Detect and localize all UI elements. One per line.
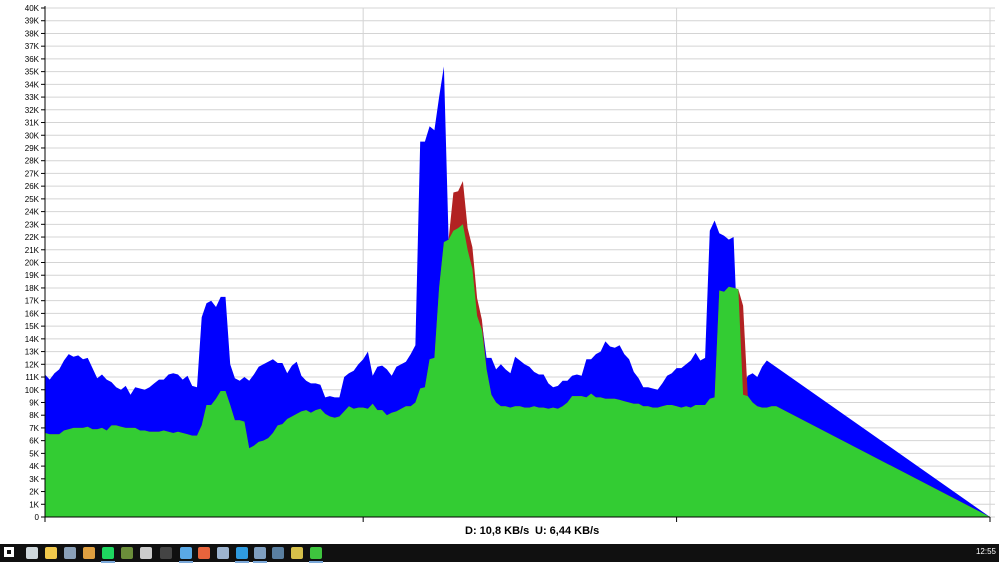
y-tick-label: 5K — [29, 449, 39, 458]
y-tick-label: 34K — [25, 80, 40, 89]
y-tick-label: 32K — [25, 106, 40, 115]
y-tick-label: 13K — [25, 348, 40, 357]
y-tick-label: 40K — [25, 4, 40, 13]
steam-icon[interactable] — [217, 547, 229, 559]
y-tick-label: 12K — [25, 360, 40, 369]
network-chart: 0 1K 2K 3K 4K 5K 6K 7K 8K 9K 10K 11K 12K 13K 14K 15K 16K… — [25, 4, 995, 522]
spotify-icon[interactable] — [101, 547, 115, 563]
brave-icon[interactable] — [198, 547, 210, 559]
chrome-icon[interactable] — [83, 547, 95, 559]
clock: 12:55 — [975, 547, 996, 556]
y-tick-label: 29K — [25, 144, 40, 153]
y-tick-label: 35K — [25, 68, 40, 77]
y-tick-label: 18K — [25, 284, 40, 293]
y-tick-label: 22K — [25, 233, 40, 242]
y-tick-label: 3K — [29, 475, 39, 484]
y-tick-label: 33K — [25, 93, 40, 102]
y-tick-label: 14K — [25, 335, 40, 344]
media-icon[interactable] — [64, 547, 76, 559]
y-tick-label: 10K — [25, 386, 40, 395]
download-speed: D: 10,8 KB/s — [465, 525, 530, 537]
y-tick-label: 37K — [25, 42, 40, 51]
task-view-icon[interactable] — [26, 547, 38, 559]
browser-icon[interactable] — [179, 547, 193, 563]
y-tick-label: 4K — [29, 462, 39, 471]
app-icon[interactable] — [160, 547, 172, 559]
y-tick-label: 11K — [25, 373, 39, 382]
gauge-icon[interactable] — [291, 547, 303, 559]
y-tick-label: 8K — [29, 411, 39, 420]
y-tick-label: 7K — [29, 424, 39, 433]
upload-speed: U: 6,44 KB/s — [535, 525, 600, 537]
y-tick-label: 6K — [29, 437, 39, 446]
y-tick-label: 38K — [25, 29, 40, 38]
y-tick-label: 2K — [29, 488, 39, 497]
y-tick-label: 19K — [25, 271, 40, 280]
taskbar: 12:55 — [0, 544, 999, 563]
y-tick-label: 39K — [25, 17, 40, 26]
y-tick-label: 36K — [25, 55, 40, 64]
vscode-icon[interactable] — [235, 547, 249, 563]
y-tick-label: 21K — [25, 246, 40, 255]
file-explorer-icon[interactable] — [45, 547, 57, 559]
y-tick-label: 25K — [25, 195, 40, 204]
y-tick-label: 26K — [25, 182, 40, 191]
y-tick-label: 17K — [25, 297, 40, 306]
terminal-icon[interactable] — [140, 547, 152, 559]
y-tick-label: 30K — [25, 131, 40, 140]
y-tick-label: 23K — [25, 220, 40, 229]
chart-areas — [45, 66, 990, 518]
minecraft-icon[interactable] — [121, 547, 133, 559]
y-tick-label: 20K — [25, 259, 40, 268]
y-tick-label: 28K — [25, 157, 40, 166]
y-tick-label: 15K — [25, 322, 40, 331]
y-tick-label: 27K — [25, 169, 40, 178]
window-icon[interactable] — [253, 547, 267, 563]
y-tick-label: 31K — [25, 119, 40, 128]
y-tick-label: 0 — [35, 513, 40, 522]
status-bar: D: 10,8 KB/s U: 6,44 KB/s — [0, 522, 999, 544]
y-tick-label: 24K — [25, 208, 40, 217]
start-menu-icon[interactable] — [4, 547, 14, 557]
y-tick-label: 9K — [29, 398, 39, 407]
y-tick-label: 16K — [25, 309, 40, 318]
network-monitor-icon[interactable] — [309, 547, 323, 563]
tool-icon[interactable] — [272, 547, 284, 559]
y-tick-label: 1K — [29, 500, 39, 509]
